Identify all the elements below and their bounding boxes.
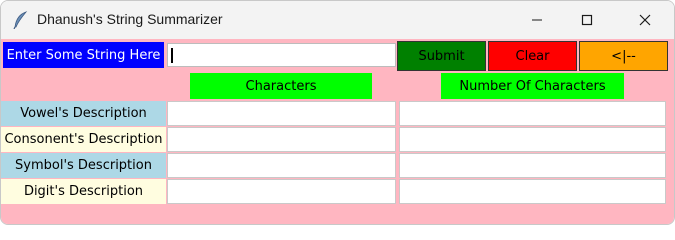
close-icon <box>639 14 651 26</box>
minimize-icon <box>532 19 542 21</box>
count-header: Number Of Characters <box>441 73 624 99</box>
maximize-icon <box>581 14 593 26</box>
vowel-label: Vowel's Description <box>1 101 166 126</box>
symbol-characters-field[interactable] <box>167 153 396 178</box>
symbol-count-field[interactable] <box>399 153 666 178</box>
title-bar[interactable]: Dhanush's String Summarizer <box>1 1 674 39</box>
app-window: Dhanush's String Summarizer Enter Some S… <box>0 0 675 225</box>
clear-button[interactable]: Clear <box>488 41 577 71</box>
maximize-button[interactable] <box>564 1 610 39</box>
characters-header: Characters <box>190 73 372 99</box>
vowel-characters-field[interactable] <box>167 101 396 126</box>
consonant-count-field[interactable] <box>399 127 666 152</box>
minimize-button[interactable] <box>514 1 560 39</box>
back-button[interactable]: <|-- <box>579 41 668 71</box>
prompt-label: Enter Some String Here <box>3 42 164 68</box>
text-caret <box>171 48 173 63</box>
symbol-label: Symbol's Description <box>1 153 166 178</box>
feather-icon <box>13 11 29 30</box>
vowel-count-field[interactable] <box>399 101 666 126</box>
digit-count-field[interactable] <box>399 179 666 204</box>
submit-button[interactable]: Submit <box>397 41 486 71</box>
main-panel: Enter Some String Here Submit Clear <|--… <box>1 39 674 224</box>
consonant-label: Consonent's Description <box>1 127 166 152</box>
digit-characters-field[interactable] <box>167 179 396 204</box>
string-input[interactable] <box>167 43 396 67</box>
close-button[interactable] <box>622 1 668 39</box>
window-title: Dhanush's String Summarizer <box>37 11 223 27</box>
consonant-characters-field[interactable] <box>167 127 396 152</box>
digit-label: Digit's Description <box>1 179 166 204</box>
